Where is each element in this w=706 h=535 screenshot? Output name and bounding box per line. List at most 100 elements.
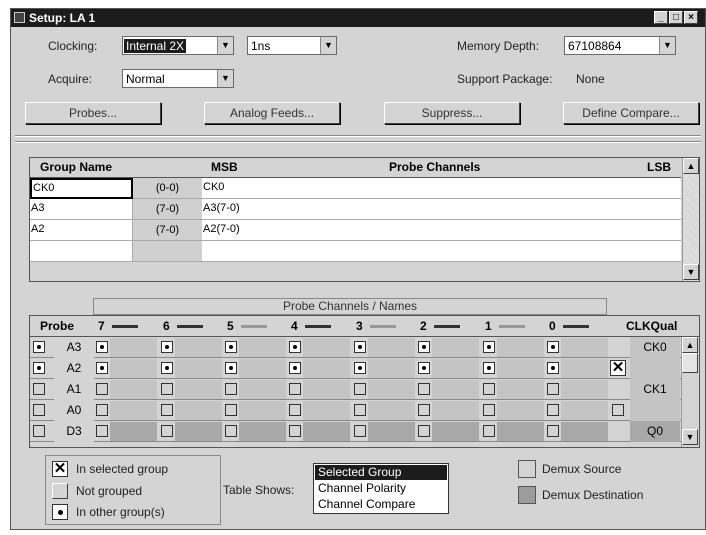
probe-select-checkbox[interactable] (33, 404, 45, 416)
channel-checkbox[interactable] (161, 383, 173, 395)
channel-checkbox[interactable] (289, 341, 301, 353)
probe-select-checkbox[interactable] (33, 341, 45, 353)
define-compare-button[interactable]: Define Compare... (563, 102, 699, 124)
clock-period-select[interactable]: 1ns ▼ (247, 36, 337, 55)
empty-box-icon (52, 483, 68, 499)
channels-cell[interactable]: A2(7-0) (202, 220, 681, 241)
channel-checkbox[interactable] (225, 341, 237, 353)
channel-cell (239, 422, 286, 441)
memory-depth-select[interactable]: 67108864 ▼ (564, 36, 676, 55)
channels-cell[interactable]: A3(7-0) (202, 199, 681, 220)
chevron-down-icon[interactable]: ▼ (217, 70, 233, 87)
channel-checkbox[interactable] (289, 362, 301, 374)
clocking-select[interactable]: Internal 2X ▼ (122, 36, 234, 55)
channel-checkbox[interactable] (483, 404, 495, 416)
chevron-down-icon[interactable]: ▼ (659, 37, 675, 54)
acquire-select[interactable]: Normal ▼ (122, 69, 234, 88)
list-item[interactable]: Channel Polarity (315, 481, 447, 496)
x-mark-icon[interactable]: ✕ (610, 360, 626, 376)
channel-checkbox[interactable] (547, 383, 559, 395)
channel-checkbox[interactable] (418, 341, 430, 353)
scroll-down-icon[interactable]: ▼ (683, 264, 699, 280)
channel-checkbox[interactable] (96, 362, 108, 374)
channel-checkbox[interactable] (354, 341, 366, 353)
channel-checkbox[interactable] (418, 425, 430, 437)
channel-checkbox[interactable] (547, 404, 559, 416)
clkqual-value[interactable] (630, 400, 680, 421)
channel-checkbox[interactable] (418, 383, 430, 395)
list-item[interactable]: Channel Compare (315, 497, 447, 512)
group-name-cell[interactable]: A2 (30, 220, 133, 241)
channel-checkbox[interactable] (547, 425, 559, 437)
channel-checkbox[interactable] (225, 425, 237, 437)
channel-checkbox[interactable] (547, 341, 559, 353)
channel-checkbox[interactable] (354, 383, 366, 395)
probes-button[interactable]: Probes... (25, 102, 161, 124)
channel-checkbox[interactable] (96, 341, 108, 353)
channel-checkbox[interactable] (96, 404, 108, 416)
channel-checkbox[interactable] (289, 404, 301, 416)
group-name-cell[interactable]: A3 (30, 199, 133, 220)
table-row[interactable]: D3 Q0 (30, 421, 681, 442)
suppress-button[interactable]: Suppress... (384, 102, 520, 124)
channel-checkbox[interactable] (483, 383, 495, 395)
channel-checkbox[interactable] (161, 404, 173, 416)
demux-source-swatch (518, 460, 536, 478)
table-row[interactable]: A1 CK1 (30, 379, 681, 400)
channel-cell (303, 422, 350, 441)
probe-table-scrollbar[interactable]: ▲ ▼ (681, 337, 699, 447)
title-bar[interactable]: Setup: LA 1 _ □ × (11, 9, 705, 27)
channel-checkbox[interactable] (418, 362, 430, 374)
channel-checkbox[interactable] (161, 362, 173, 374)
clkqual-value[interactable]: Q0 (630, 421, 680, 442)
scroll-up-icon[interactable]: ▲ (682, 337, 698, 353)
channel-checkbox[interactable] (225, 362, 237, 374)
channel-checkbox[interactable] (418, 404, 430, 416)
channel-checkbox[interactable] (483, 341, 495, 353)
analog-feeds-button[interactable]: Analog Feeds... (204, 102, 340, 124)
channel-checkbox[interactable] (161, 341, 173, 353)
chevron-down-icon[interactable]: ▼ (320, 37, 336, 54)
scroll-thumb[interactable] (682, 353, 698, 373)
channels-cell[interactable] (202, 241, 681, 262)
channel-checkbox[interactable] (289, 425, 301, 437)
channel-checkbox[interactable] (354, 404, 366, 416)
probe-select-checkbox[interactable] (33, 383, 45, 395)
channel-cell (175, 359, 222, 378)
clkqual-value[interactable] (630, 358, 680, 379)
channel-checkbox[interactable] (225, 383, 237, 395)
channels-cell[interactable]: CK0 (202, 178, 681, 199)
table-row[interactable]: A0 (30, 400, 681, 421)
channel-checkbox[interactable] (96, 425, 108, 437)
chevron-down-icon[interactable]: ▼ (217, 37, 233, 54)
table-shows-list[interactable]: Selected Group Channel Polarity Channel … (313, 463, 449, 514)
close-button[interactable]: × (684, 11, 698, 24)
channel-checkbox[interactable] (354, 425, 366, 437)
group-name-cell[interactable] (30, 241, 133, 262)
probe-select-checkbox[interactable] (33, 362, 45, 374)
group-table-scrollbar[interactable]: ▲ ▼ (682, 158, 699, 281)
table-row[interactable]: A2 ✕ (30, 358, 681, 379)
channel-checkbox[interactable] (354, 362, 366, 374)
scroll-up-icon[interactable]: ▲ (683, 158, 699, 174)
channel-checkbox[interactable] (547, 362, 559, 374)
clkqual-value[interactable]: CK1 (630, 379, 680, 400)
clkqual-value[interactable]: CK0 (630, 337, 680, 358)
list-item[interactable]: Selected Group (315, 465, 447, 480)
scroll-down-icon[interactable]: ▼ (682, 429, 698, 445)
channel-cell (432, 380, 479, 399)
channel-checkbox[interactable] (289, 383, 301, 395)
channel-checkbox[interactable] (96, 383, 108, 395)
channel-checkbox[interactable] (483, 425, 495, 437)
table-row[interactable]: A3 CK0 (30, 337, 681, 358)
group-name-cell[interactable]: CK0 (30, 178, 133, 199)
channel-cell (110, 422, 157, 441)
channel-checkbox[interactable] (483, 362, 495, 374)
channel-checkbox[interactable] (225, 404, 237, 416)
clkqual-checkbox[interactable] (612, 404, 624, 416)
probe-select-checkbox[interactable] (33, 425, 45, 437)
clkqual-header: CLKQual (626, 319, 678, 333)
maximize-button[interactable]: □ (669, 11, 683, 24)
channel-checkbox[interactable] (161, 425, 173, 437)
minimize-button[interactable]: _ (654, 11, 668, 24)
